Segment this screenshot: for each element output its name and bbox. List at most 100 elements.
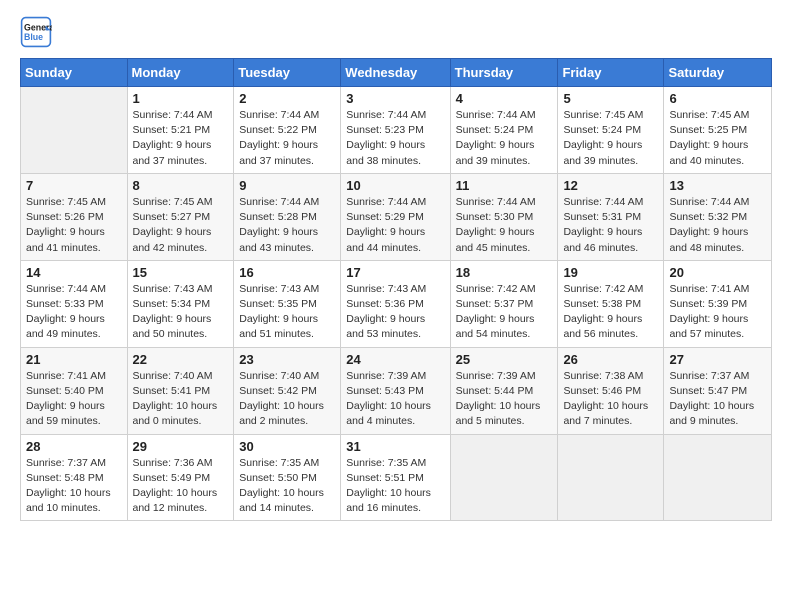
day-number: 11	[456, 178, 553, 193]
day-info: Sunrise: 7:45 AMSunset: 5:25 PMDaylight:…	[669, 108, 766, 169]
day-info: Sunrise: 7:43 AMSunset: 5:36 PMDaylight:…	[346, 282, 444, 343]
calendar-cell: 23 Sunrise: 7:40 AMSunset: 5:42 PMDayligh…	[234, 347, 341, 434]
day-number: 12	[563, 178, 658, 193]
day-info: Sunrise: 7:44 AMSunset: 5:32 PMDaylight:…	[669, 195, 766, 256]
day-number: 13	[669, 178, 766, 193]
day-number: 2	[239, 91, 335, 106]
calendar-cell: 31 Sunrise: 7:35 AMSunset: 5:51 PMDayligh…	[341, 434, 450, 521]
day-info: Sunrise: 7:44 AMSunset: 5:31 PMDaylight:…	[563, 195, 658, 256]
calendar-cell: 30 Sunrise: 7:35 AMSunset: 5:50 PMDayligh…	[234, 434, 341, 521]
calendar-cell: 15 Sunrise: 7:43 AMSunset: 5:34 PMDayligh…	[127, 260, 234, 347]
calendar-cell: 2 Sunrise: 7:44 AMSunset: 5:22 PMDaylight…	[234, 87, 341, 174]
day-header-sunday: Sunday	[21, 59, 128, 87]
day-number: 10	[346, 178, 444, 193]
calendar-cell: 4Sunrise: 7:44 AMSunset: 5:24 PMDaylight…	[450, 87, 558, 174]
calendar-cell: 24 Sunrise: 7:39 AMSunset: 5:43 PMDayligh…	[341, 347, 450, 434]
calendar-cell: 1 Sunrise: 7:44 AMSunset: 5:21 PMDaylight…	[127, 87, 234, 174]
logo: General Blue	[20, 16, 56, 48]
day-info: Sunrise: 7:38 AMSunset: 5:46 PMDaylight:…	[563, 369, 658, 430]
calendar-cell: 13 Sunrise: 7:44 AMSunset: 5:32 PMDayligh…	[664, 173, 772, 260]
calendar-cell: 26Sunrise: 7:38 AMSunset: 5:46 PMDayligh…	[558, 347, 664, 434]
calendar-cell	[21, 87, 128, 174]
calendar-week-2: 7 Sunrise: 7:45 AMSunset: 5:26 PMDaylight…	[21, 173, 772, 260]
calendar-cell: 10 Sunrise: 7:44 AMSunset: 5:29 PMDayligh…	[341, 173, 450, 260]
day-header-saturday: Saturday	[664, 59, 772, 87]
day-number: 20	[669, 265, 766, 280]
day-number: 25	[456, 352, 553, 367]
calendar-cell: 6 Sunrise: 7:45 AMSunset: 5:25 PMDaylight…	[664, 87, 772, 174]
day-number: 5	[563, 91, 658, 106]
day-info: Sunrise: 7:44 AMSunset: 5:24 PMDaylight:…	[456, 108, 553, 169]
header: General Blue	[20, 16, 772, 48]
day-number: 27	[669, 352, 766, 367]
day-number: 14	[26, 265, 122, 280]
calendar-cell: 3 Sunrise: 7:44 AMSunset: 5:23 PMDaylight…	[341, 87, 450, 174]
calendar-cell: 29Sunrise: 7:36 AMSunset: 5:49 PMDayligh…	[127, 434, 234, 521]
day-number: 1	[133, 91, 229, 106]
day-info: Sunrise: 7:37 AMSunset: 5:48 PMDaylight:…	[26, 456, 122, 517]
calendar-cell: 16 Sunrise: 7:43 AMSunset: 5:35 PMDayligh…	[234, 260, 341, 347]
calendar-week-5: 28 Sunrise: 7:37 AMSunset: 5:48 PMDayligh…	[21, 434, 772, 521]
day-number: 7	[26, 178, 122, 193]
calendar-cell: 12 Sunrise: 7:44 AMSunset: 5:31 PMDayligh…	[558, 173, 664, 260]
day-number: 3	[346, 91, 444, 106]
day-header-wednesday: Wednesday	[341, 59, 450, 87]
day-info: Sunrise: 7:42 AMSunset: 5:37 PMDaylight:…	[456, 282, 553, 343]
day-header-monday: Monday	[127, 59, 234, 87]
day-number: 15	[133, 265, 229, 280]
logo-icon: General Blue	[20, 16, 52, 48]
day-header-friday: Friday	[558, 59, 664, 87]
day-number: 31	[346, 439, 444, 454]
calendar-cell: 11Sunrise: 7:44 AMSunset: 5:30 PMDayligh…	[450, 173, 558, 260]
day-info: Sunrise: 7:45 AMSunset: 5:26 PMDaylight:…	[26, 195, 122, 256]
calendar-cell	[450, 434, 558, 521]
calendar-cell	[664, 434, 772, 521]
day-info: Sunrise: 7:43 AMSunset: 5:35 PMDaylight:…	[239, 282, 335, 343]
day-number: 24	[346, 352, 444, 367]
calendar-week-3: 14 Sunrise: 7:44 AMSunset: 5:33 PMDayligh…	[21, 260, 772, 347]
day-info: Sunrise: 7:44 AMSunset: 5:29 PMDaylight:…	[346, 195, 444, 256]
calendar-cell: 19Sunrise: 7:42 AMSunset: 5:38 PMDayligh…	[558, 260, 664, 347]
day-number: 6	[669, 91, 766, 106]
calendar-cell: 14 Sunrise: 7:44 AMSunset: 5:33 PMDayligh…	[21, 260, 128, 347]
calendar-cell: 22 Sunrise: 7:40 AMSunset: 5:41 PMDayligh…	[127, 347, 234, 434]
day-info: Sunrise: 7:35 AMSunset: 5:51 PMDaylight:…	[346, 456, 444, 517]
day-number: 16	[239, 265, 335, 280]
calendar-cell: 28 Sunrise: 7:37 AMSunset: 5:48 PMDayligh…	[21, 434, 128, 521]
day-number: 28	[26, 439, 122, 454]
calendar-cell: 8Sunrise: 7:45 AMSunset: 5:27 PMDaylight…	[127, 173, 234, 260]
day-info: Sunrise: 7:45 AMSunset: 5:24 PMDaylight:…	[563, 108, 658, 169]
day-number: 23	[239, 352, 335, 367]
day-number: 8	[133, 178, 229, 193]
calendar-cell: 21Sunrise: 7:41 AMSunset: 5:40 PMDayligh…	[21, 347, 128, 434]
calendar-cell: 20Sunrise: 7:41 AMSunset: 5:39 PMDayligh…	[664, 260, 772, 347]
day-info: Sunrise: 7:40 AMSunset: 5:41 PMDaylight:…	[133, 369, 229, 430]
calendar-week-1: 1 Sunrise: 7:44 AMSunset: 5:21 PMDaylight…	[21, 87, 772, 174]
day-info: Sunrise: 7:44 AMSunset: 5:33 PMDaylight:…	[26, 282, 122, 343]
calendar-cell: 7 Sunrise: 7:45 AMSunset: 5:26 PMDaylight…	[21, 173, 128, 260]
day-number: 22	[133, 352, 229, 367]
calendar-cell: 5 Sunrise: 7:45 AMSunset: 5:24 PMDaylight…	[558, 87, 664, 174]
day-number: 21	[26, 352, 122, 367]
day-number: 30	[239, 439, 335, 454]
day-info: Sunrise: 7:40 AMSunset: 5:42 PMDaylight:…	[239, 369, 335, 430]
day-number: 19	[563, 265, 658, 280]
day-info: Sunrise: 7:39 AMSunset: 5:43 PMDaylight:…	[346, 369, 444, 430]
page: General Blue SundayMondayTuesdayWednesda…	[0, 0, 792, 612]
day-info: Sunrise: 7:37 AMSunset: 5:47 PMDaylight:…	[669, 369, 766, 430]
calendar-cell	[558, 434, 664, 521]
day-info: Sunrise: 7:43 AMSunset: 5:34 PMDaylight:…	[133, 282, 229, 343]
calendar-cell: 18Sunrise: 7:42 AMSunset: 5:37 PMDayligh…	[450, 260, 558, 347]
day-info: Sunrise: 7:44 AMSunset: 5:28 PMDaylight:…	[239, 195, 335, 256]
day-header-tuesday: Tuesday	[234, 59, 341, 87]
day-info: Sunrise: 7:35 AMSunset: 5:50 PMDaylight:…	[239, 456, 335, 517]
day-info: Sunrise: 7:44 AMSunset: 5:22 PMDaylight:…	[239, 108, 335, 169]
day-info: Sunrise: 7:39 AMSunset: 5:44 PMDaylight:…	[456, 369, 553, 430]
day-number: 29	[133, 439, 229, 454]
day-info: Sunrise: 7:44 AMSunset: 5:23 PMDaylight:…	[346, 108, 444, 169]
day-info: Sunrise: 7:44 AMSunset: 5:21 PMDaylight:…	[133, 108, 229, 169]
svg-text:Blue: Blue	[24, 32, 43, 42]
calendar-table: SundayMondayTuesdayWednesdayThursdayFrid…	[20, 58, 772, 521]
calendar-cell: 25 Sunrise: 7:39 AMSunset: 5:44 PMDayligh…	[450, 347, 558, 434]
calendar-header-row: SundayMondayTuesdayWednesdayThursdayFrid…	[21, 59, 772, 87]
